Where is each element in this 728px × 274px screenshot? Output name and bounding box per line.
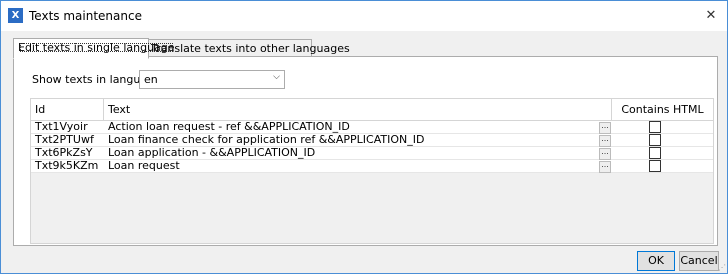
language-value: en — [144, 73, 158, 86]
language-select[interactable]: en ⌵ — [139, 70, 285, 89]
texts-maintenance-dialog: X Texts maintenance ✕ Edit texts in sing… — [0, 0, 728, 274]
tab-edit-single-language[interactable]: Edit texts in single language — [13, 38, 175, 59]
row-id: Txt6PkZsY — [35, 147, 93, 159]
close-icon[interactable]: ✕ — [701, 6, 721, 26]
texts-grid: Id Text Contains HTML Txt1Vyoir Action l… — [30, 98, 714, 244]
edit-text-button[interactable]: ... — [599, 148, 611, 160]
column-header-id[interactable]: Id — [31, 99, 104, 120]
row-id: Txt1Vyoir — [35, 121, 88, 133]
ok-button[interactable]: OK — [637, 251, 675, 271]
row-text[interactable]: Action loan request - ref &&APPLICATION_… — [104, 121, 594, 133]
window-title: Texts maintenance — [29, 9, 142, 23]
column-header-text[interactable]: Text — [104, 99, 612, 120]
title-bar: X Texts maintenance ✕ — [1, 1, 727, 31]
cancel-button[interactable]: Cancel — [679, 251, 719, 271]
app-icon: X — [8, 8, 23, 23]
edit-text-button[interactable]: ... — [599, 135, 611, 147]
row-text[interactable]: Loan application - &&APPLICATION_ID — [104, 147, 594, 159]
chevron-down-icon: ⌵ — [273, 72, 280, 82]
grid-header: Id Text Contains HTML — [31, 99, 713, 121]
table-row[interactable]: Txt1Vyoir Action loan request - ref &&AP… — [31, 121, 713, 134]
resize-grip-icon[interactable]: ⋰ — [718, 263, 726, 272]
contains-html-checkbox[interactable] — [649, 160, 661, 172]
contains-html-checkbox[interactable] — [649, 147, 661, 159]
row-id: Txt2PTUwf — [35, 134, 94, 146]
row-text[interactable]: Loan finance check for application ref &… — [104, 134, 594, 146]
table-row[interactable]: Txt6PkZsY Loan application - &&APPLICATI… — [31, 147, 713, 160]
edit-text-button[interactable]: ... — [599, 161, 611, 173]
table-row[interactable]: Txt2PTUwf Loan finance check for applica… — [31, 134, 713, 147]
row-id: Txt9k5KZm — [35, 160, 99, 172]
edit-text-button[interactable]: ... — [599, 122, 611, 134]
tab-label: Translate texts into other languages — [151, 42, 350, 55]
row-text[interactable]: Loan request — [104, 160, 594, 172]
tab-label: Edit texts in single language — [18, 41, 175, 54]
table-row[interactable]: Txt9k5KZm Loan request ... — [31, 160, 713, 173]
column-header-contains-html[interactable]: Contains HTML — [612, 99, 713, 120]
contains-html-checkbox[interactable] — [649, 134, 661, 146]
contains-html-checkbox[interactable] — [649, 121, 661, 133]
